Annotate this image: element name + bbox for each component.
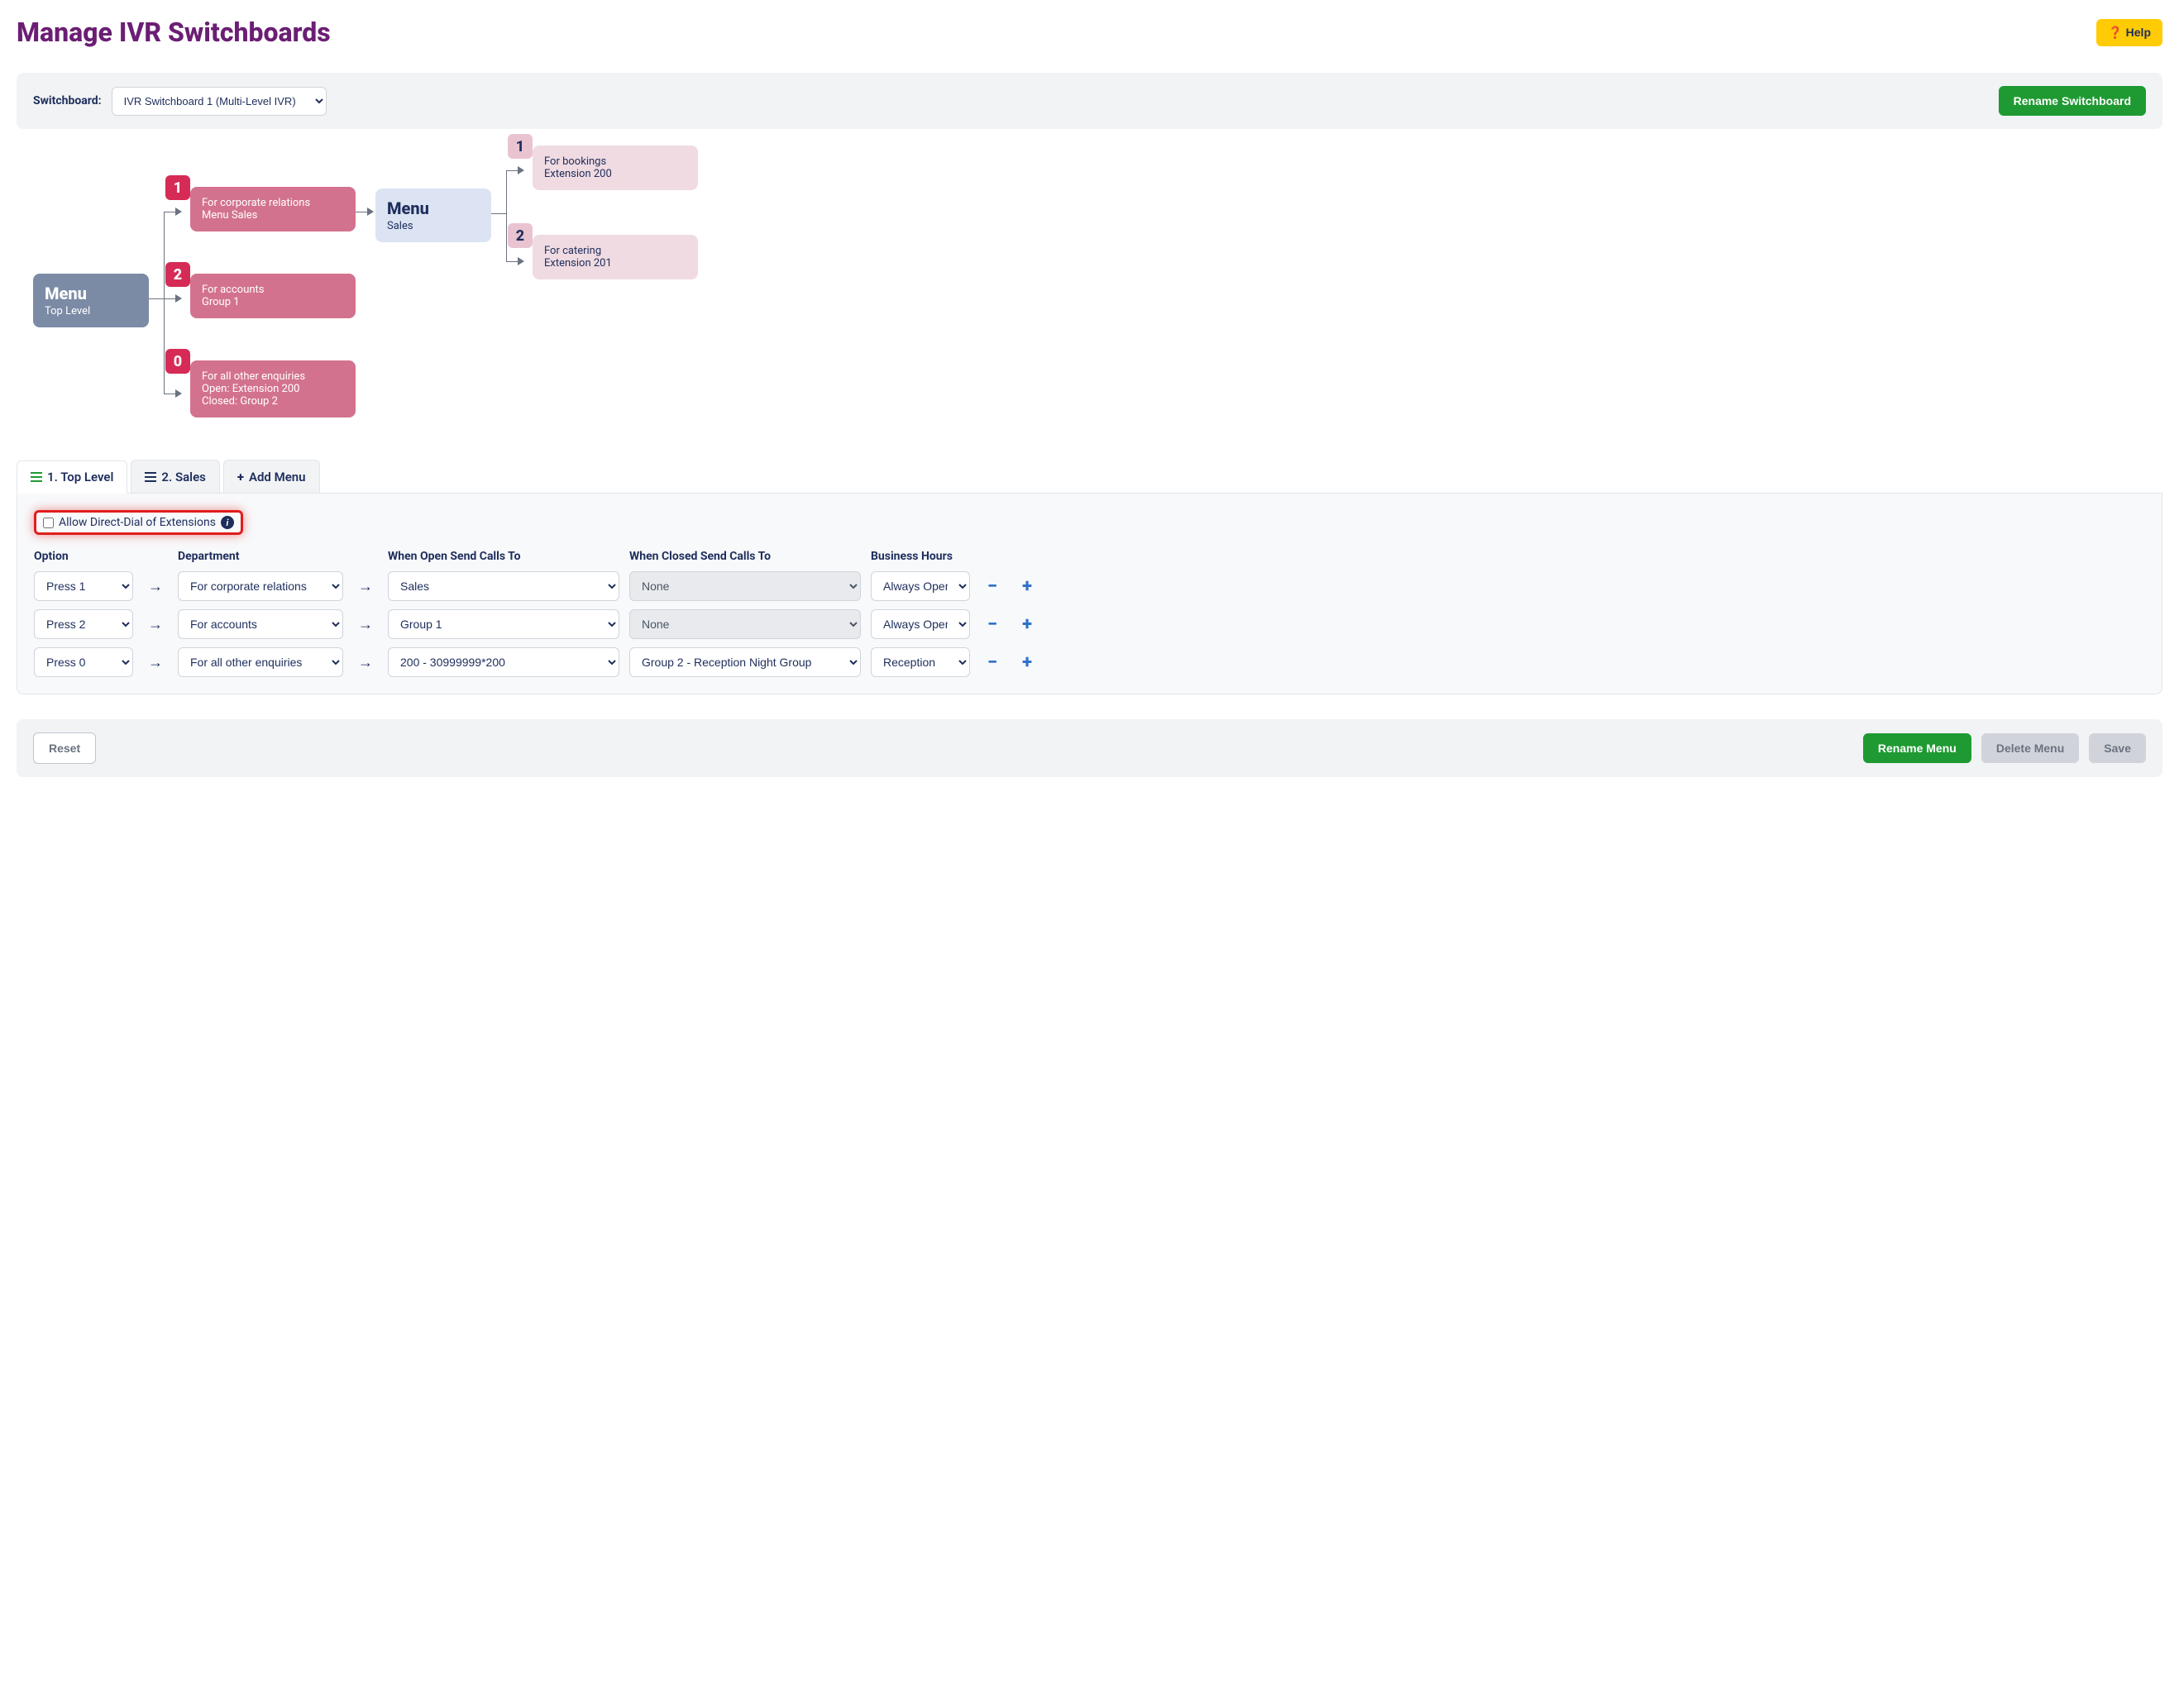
reset-button[interactable]: Reset	[33, 732, 96, 764]
open-dest-select[interactable]: 200 - 30999999*200	[388, 647, 619, 677]
diagram-option-2[interactable]: 2 For accounts Group 1	[190, 274, 356, 318]
switchboard-select[interactable]: IVR Switchboard 1 (Multi-Level IVR)	[112, 87, 327, 116]
node-title: Menu	[45, 284, 137, 303]
hours-select[interactable]: Reception	[871, 647, 970, 677]
menu-config-panel: Allow Direct-Dial of Extensions i Option…	[17, 494, 2162, 694]
add-row-button[interactable]: +	[1015, 652, 1039, 673]
option-key: 1	[508, 134, 533, 159]
direct-dial-highlight: Allow Direct-Dial of Extensions i	[34, 510, 243, 535]
remove-row-button[interactable]: −	[980, 614, 1005, 635]
option-key: 2	[508, 223, 533, 248]
option-select[interactable]: Press 1	[34, 571, 133, 601]
ivr-diagram: Menu Top Level 1 For corporate relations…	[17, 146, 2162, 451]
list-icon	[145, 472, 156, 482]
option-key: 2	[165, 262, 190, 287]
option-key: 1	[165, 175, 190, 200]
diagram-submenu-node[interactable]: Menu Sales	[375, 188, 491, 242]
node-line: Group 1	[202, 296, 344, 308]
col-hours: Business Hours	[871, 550, 970, 563]
tab-top-level[interactable]: 1. Top Level	[17, 460, 127, 494]
direct-dial-label: Allow Direct-Dial of Extensions	[59, 516, 216, 529]
node-line: For bookings	[544, 155, 686, 168]
add-row-button[interactable]: +	[1015, 576, 1039, 597]
menu-tabs: 1. Top Level 2. Sales + Add Menu	[17, 460, 2162, 494]
open-dest-select[interactable]: Sales	[388, 571, 619, 601]
node-line: Open: Extension 200	[202, 383, 344, 395]
diagram-option-1[interactable]: 1 For corporate relations Menu Sales	[190, 187, 356, 231]
save-button[interactable]: Save	[2089, 733, 2146, 763]
node-line: For accounts	[202, 284, 344, 296]
col-closed: When Closed Send Calls To	[629, 550, 861, 563]
node-sub: Top Level	[45, 305, 137, 317]
department-select[interactable]: For corporate relations	[178, 571, 343, 601]
option-select[interactable]: Press 2	[34, 609, 133, 639]
hours-select[interactable]: Always Open	[871, 571, 970, 601]
node-line: Extension 200	[544, 168, 686, 180]
hours-select[interactable]: Always Open	[871, 609, 970, 639]
arrow-right-icon: →	[143, 654, 168, 671]
node-line: For all other enquiries	[202, 370, 344, 383]
options-grid: Option Department When Open Send Calls T…	[34, 550, 2145, 677]
node-line: Menu Sales	[202, 209, 344, 222]
info-icon[interactable]: i	[221, 516, 234, 529]
diagram-option-0[interactable]: 0 For all other enquiries Open: Extensio…	[190, 360, 356, 417]
col-option: Option	[34, 550, 133, 563]
arrow-right-icon: →	[353, 616, 378, 633]
rename-switchboard-button[interactable]: Rename Switchboard	[1999, 86, 2146, 116]
department-select[interactable]: For accounts	[178, 609, 343, 639]
tab-label: 2. Sales	[161, 470, 205, 484]
closed-dest-select[interactable]: None	[629, 609, 861, 639]
arrow-right-icon: →	[143, 616, 168, 633]
help-label: Help	[2126, 26, 2151, 39]
option-select[interactable]: Press 0	[34, 647, 133, 677]
switchboard-toolbar: Switchboard: IVR Switchboard 1 (Multi-Le…	[17, 73, 2162, 129]
tab-add-menu[interactable]: + Add Menu	[223, 460, 320, 493]
rename-menu-button[interactable]: Rename Menu	[1863, 733, 1971, 763]
footer-toolbar: Reset Rename Menu Delete Menu Save	[17, 719, 2162, 777]
diagram-subopt-1[interactable]: 1 For bookings Extension 200	[533, 146, 698, 190]
tab-label: 1. Top Level	[47, 470, 113, 484]
help-button[interactable]: ❓ Help	[2096, 19, 2162, 46]
diagram-root-node[interactable]: Menu Top Level	[33, 274, 149, 327]
col-open: When Open Send Calls To	[388, 550, 619, 563]
node-title: Menu	[387, 198, 480, 218]
diagram-subopt-2[interactable]: 2 For catering Extension 201	[533, 235, 698, 279]
delete-menu-button[interactable]: Delete Menu	[1981, 733, 2079, 763]
question-circle-icon: ❓	[2108, 26, 2122, 40]
open-dest-select[interactable]: Group 1	[388, 609, 619, 639]
list-icon	[31, 472, 42, 482]
department-select[interactable]: For all other enquiries	[178, 647, 343, 677]
tab-sales[interactable]: 2. Sales	[131, 460, 219, 493]
closed-dest-select[interactable]: Group 2 - Reception Night Group	[629, 647, 861, 677]
switchboard-label: Switchboard:	[33, 94, 102, 107]
arrow-right-icon: →	[353, 654, 378, 671]
col-department: Department	[178, 550, 343, 563]
tab-label: Add Menu	[249, 470, 306, 484]
remove-row-button[interactable]: −	[980, 576, 1005, 597]
page-title: Manage IVR Switchboards	[17, 17, 331, 48]
node-line: For catering	[544, 245, 686, 257]
node-line: Extension 201	[544, 257, 686, 270]
remove-row-button[interactable]: −	[980, 652, 1005, 673]
arrow-right-icon: →	[353, 578, 378, 595]
direct-dial-checkbox[interactable]	[43, 518, 54, 528]
closed-dest-select[interactable]: None	[629, 571, 861, 601]
node-line: For corporate relations	[202, 197, 344, 209]
node-line: Closed: Group 2	[202, 395, 344, 408]
add-row-button[interactable]: +	[1015, 614, 1039, 635]
plus-icon: +	[237, 470, 244, 484]
node-sub: Sales	[387, 220, 480, 232]
arrow-right-icon: →	[143, 578, 168, 595]
option-key: 0	[165, 349, 190, 374]
